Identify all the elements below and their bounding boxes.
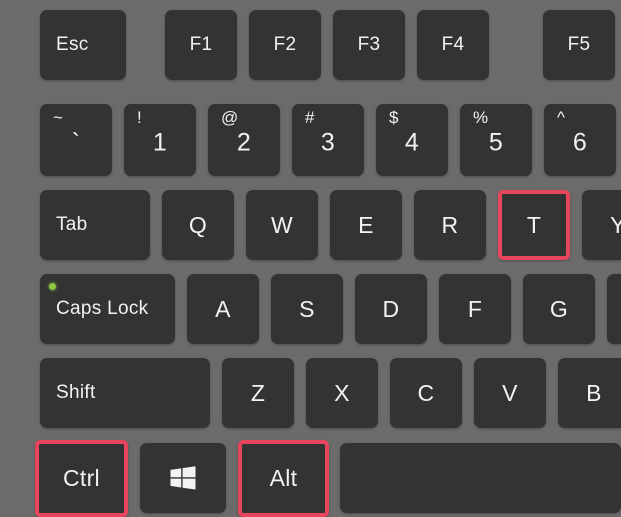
key-g[interactable]: G [523, 274, 595, 344]
key-r[interactable]: R [414, 190, 486, 260]
key-ctrl-left-legend: Ctrl [63, 465, 100, 491]
key-digit-6-legend: 6 [572, 128, 588, 157]
key-tab-legend: Tab [56, 214, 88, 235]
key-digit-6[interactable]: ^ 6 [544, 104, 616, 176]
key-e[interactable]: E [330, 190, 402, 260]
key-shift-left[interactable]: Shift [40, 358, 210, 428]
key-f4-legend: F4 [441, 34, 465, 55]
caps-lock-led-indicator [49, 283, 56, 290]
key-a-legend: A [215, 295, 231, 322]
key-esc[interactable]: Esc [40, 10, 126, 80]
key-q[interactable]: Q [162, 190, 234, 260]
key-z-legend: Z [250, 379, 266, 406]
key-backtick-shift-legend: ~ [53, 108, 64, 127]
windows-logo-icon [170, 466, 196, 490]
key-digit-1-legend: 1 [152, 128, 168, 157]
key-c-legend: C [417, 379, 435, 406]
key-b[interactable]: B [558, 358, 621, 428]
key-x[interactable]: X [306, 358, 378, 428]
key-s[interactable]: S [271, 274, 343, 344]
key-digit-5-shift-legend: % [473, 108, 489, 127]
key-digit-1[interactable]: ! 1 [124, 104, 196, 176]
key-d-legend: D [382, 295, 400, 322]
key-g-legend: G [549, 295, 569, 322]
key-r-legend: R [441, 211, 459, 238]
key-backtick-legend: ` [71, 128, 81, 157]
key-backtick[interactable]: ~ ` [40, 104, 112, 176]
key-f1-legend: F1 [189, 34, 213, 55]
key-a[interactable]: A [187, 274, 259, 344]
key-digit-6-shift-legend: ^ [557, 108, 566, 127]
key-b-legend: B [586, 379, 602, 406]
key-shift-left-legend: Shift [56, 382, 96, 403]
key-digit-3[interactable]: #3 [292, 104, 364, 176]
key-digit-1-shift-legend: ! [137, 108, 143, 127]
key-space[interactable] [340, 443, 621, 513]
key-e-legend: E [358, 211, 374, 238]
key-digit-2-legend: 2 [236, 128, 252, 157]
key-digit-4[interactable]: $4 [376, 104, 448, 176]
key-f3[interactable]: F3 [333, 10, 405, 80]
key-v-legend: V [502, 379, 518, 406]
key-digit-4-shift-legend: $ [389, 108, 399, 127]
key-y[interactable]: Y [582, 190, 621, 260]
key-digit-2-shift-legend: @ [221, 108, 239, 127]
key-x-legend: X [334, 379, 350, 406]
key-s-legend: S [299, 295, 315, 322]
key-f2[interactable]: F2 [249, 10, 321, 80]
key-t[interactable]: T [498, 190, 570, 260]
key-c[interactable]: C [390, 358, 462, 428]
key-v[interactable]: V [474, 358, 546, 428]
key-alt-left-legend: Alt [269, 465, 298, 491]
key-y-legend: Y [610, 211, 621, 238]
key-z[interactable]: Z [222, 358, 294, 428]
keyboard-illustration: Esc F1 F2 F3 F4 F5 ~ `! 1 @2 #3 $4% 5 ^ 6 Tab Q W E R T Y Caps… [0, 0, 621, 517]
key-f5-legend: F5 [567, 34, 591, 55]
key-digit-3-shift-legend: # [305, 108, 315, 127]
key-digit-3-legend: 3 [320, 128, 336, 157]
key-f[interactable]: F [439, 274, 511, 344]
key-f1[interactable]: F1 [165, 10, 237, 80]
key-alt-left[interactable]: Alt [238, 440, 329, 517]
key-f5[interactable]: F5 [543, 10, 615, 80]
key-w[interactable]: W [246, 190, 318, 260]
key-f3-legend: F3 [357, 34, 381, 55]
key-digit-5-legend: 5 [488, 128, 504, 157]
key-caps-lock[interactable]: Caps Lock [40, 274, 175, 344]
key-tab[interactable]: Tab [40, 190, 150, 260]
key-caps-lock-legend: Caps Lock [56, 298, 149, 319]
key-h[interactable]: H [607, 274, 621, 344]
key-f2-legend: F2 [273, 34, 297, 55]
key-f-legend: F [467, 295, 483, 322]
key-w-legend: W [270, 211, 293, 238]
key-q-legend: Q [188, 211, 208, 238]
key-digit-5[interactable]: % 5 [460, 104, 532, 176]
key-digit-2[interactable]: @2 [208, 104, 280, 176]
key-d[interactable]: D [355, 274, 427, 344]
key-ctrl-left[interactable]: Ctrl [35, 440, 128, 517]
key-digit-4-legend: 4 [404, 128, 420, 157]
key-esc-legend: Esc [56, 34, 89, 55]
key-t-legend: T [526, 211, 542, 238]
key-windows[interactable] [140, 443, 226, 513]
key-f4[interactable]: F4 [417, 10, 489, 80]
